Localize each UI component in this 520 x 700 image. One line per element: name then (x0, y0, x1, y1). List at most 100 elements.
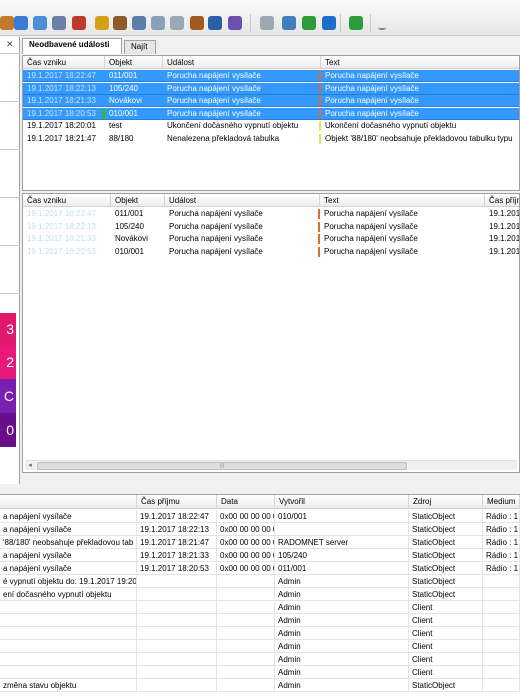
table-row[interactable]: Admin Client (0, 614, 520, 627)
table-row[interactable]: 19.1.2017 18:21:47 88/180 Nenalezena překl… (23, 133, 519, 145)
cell-recv: 19.1.2017 (489, 246, 520, 256)
overflow-icon[interactable] (378, 16, 386, 30)
table-row[interactable]: ení dočasného vypnutí objektu Admin Static… (0, 588, 520, 601)
cell-time: 19.1.2017 18:20:53 (27, 246, 96, 256)
cell-time: 19.1.2017 18:21:33 (27, 234, 96, 243)
status-color-block[interactable]: 3 (0, 313, 16, 345)
table-row[interactable]: 19.1.2017 18:20:53 010/001 Porucha napájen… (23, 107, 519, 120)
arrows-up-icon[interactable] (349, 16, 363, 30)
cell-medium: Rádio : 1 (483, 562, 520, 575)
col-header-text[interactable]: Text (320, 194, 485, 207)
clock-icon[interactable] (190, 16, 204, 30)
table-row[interactable]: 19.1.2017 18:22:13 105/240 Porucha napájen… (23, 221, 519, 233)
help-icon[interactable] (302, 16, 316, 30)
users-icon[interactable] (113, 16, 127, 30)
col-header-medium[interactable]: Medium (483, 495, 520, 509)
cell-created-by: Admin (275, 588, 409, 601)
table-row[interactable]: 19.1.2017 18:22:13 105/240 Porucha napájen… (23, 82, 519, 95)
cell-created-by: RADOMNET server (275, 536, 409, 549)
table-row[interactable]: změna stavu objektu Admin StaticObject (0, 679, 520, 692)
info-icon[interactable] (322, 16, 336, 30)
tool-icon[interactable] (14, 16, 28, 30)
table-row[interactable]: 19.1.2017 18:20:53 010/001 Porucha napájen… (23, 246, 519, 258)
cell-event: Porucha napájení vysílače (163, 95, 321, 107)
scroll-thumb[interactable]: ||| (37, 462, 407, 470)
horizontal-scrollbar[interactable]: ◂ ||| (25, 460, 517, 470)
edit-icon[interactable] (228, 16, 242, 30)
cell-obj: 105/240 (115, 221, 144, 231)
house-icon[interactable] (72, 16, 86, 30)
calendar-icon[interactable] (282, 16, 296, 30)
divider (0, 149, 20, 150)
table-row[interactable]: Admin Client (0, 653, 520, 666)
table-row[interactable]: a napájení vysílače 19.1.2017 18:22:13 0x0… (0, 523, 520, 536)
col-header-object[interactable]: Objekt (111, 194, 165, 207)
cell-text: Porucha napájení vysílače (324, 209, 418, 218)
table-row[interactable]: a napájení vysílače 19.1.2017 18:22:47 0x0… (0, 510, 520, 523)
divider (0, 197, 20, 198)
cell-time: 19.1.2017 18:22:13 (23, 83, 105, 95)
printer-icon[interactable] (132, 16, 146, 30)
col-header-created[interactable]: Čas vzniku (23, 56, 105, 69)
table-row[interactable]: Admin Client (0, 601, 520, 614)
table-row[interactable]: a napájení vysílače 19.1.2017 18:20:53 0x0… (0, 562, 520, 575)
search-doc-icon[interactable] (52, 16, 66, 30)
col-header-text[interactable]: Text (321, 56, 519, 69)
magnifier-icon[interactable] (95, 16, 109, 30)
cell-text: Porucha napájení vysílače (324, 221, 418, 231)
col-header-text[interactable] (0, 495, 137, 509)
col-header-received[interactable]: Čas příjmu (137, 495, 217, 509)
tab-find[interactable]: Najít (124, 40, 156, 54)
cell-source: StaticObject (409, 510, 483, 523)
mail-icon[interactable] (151, 16, 165, 30)
cell-received (137, 588, 217, 601)
cell-source: Client (409, 601, 483, 614)
cell-text: '88/180' neobsahuje překladovou tab (0, 536, 137, 549)
table-row[interactable]: 19.1.2017 18:21:33 Novákovi Porucha napáje… (23, 95, 519, 107)
severity-marker (318, 209, 320, 219)
table-row[interactable]: '88/180' neobsahuje překladovou tab 19.1.… (0, 536, 520, 549)
cell-time: 19.1.2017 18:20:01 (27, 121, 96, 130)
status-flag (102, 108, 105, 119)
status-color-block[interactable]: C (0, 379, 16, 413)
table-row[interactable]: 19.1.2017 18:22:47 011/001 Porucha napájen… (23, 70, 519, 82)
cell-event: Porucha napájení vysílače (163, 70, 321, 82)
tags-icon[interactable] (170, 16, 184, 30)
cell-text: Ukončení dočasného vypnutí objektu (325, 121, 457, 130)
arrow-icon[interactable] (0, 16, 14, 30)
table-row[interactable]: Admin Client (0, 666, 520, 679)
col-header-created[interactable]: Čas vzniku (23, 194, 111, 207)
col-header-event[interactable]: Událost (163, 56, 321, 69)
cell-obj: test (109, 121, 122, 130)
table-row[interactable]: é vypnutí objektu do: 19.1.2017 19:20 Adm… (0, 575, 520, 588)
book-icon[interactable] (208, 16, 222, 30)
scroll-left-icon[interactable]: ◂ (25, 461, 35, 471)
status-color-block[interactable]: 0 (0, 413, 16, 447)
cell-event: Porucha napájení vysílače (169, 234, 263, 243)
table-row[interactable]: 19.1.2017 18:20:01 test Ukončení dočasného… (23, 120, 519, 132)
cube-icon[interactable] (260, 16, 274, 30)
col-header-event[interactable]: Událost (165, 194, 320, 207)
cell-obj: 010/001 (105, 108, 163, 120)
col-header-received[interactable]: Čas příjm (485, 194, 519, 207)
table-row[interactable]: 19.1.2017 18:22:47 011/001 Porucha napájen… (23, 208, 519, 220)
network-icon[interactable] (33, 16, 47, 30)
cell-created-by: Admin (275, 627, 409, 640)
col-header-created-by[interactable]: Vytvořil (275, 495, 409, 509)
tab-unhandled-events[interactable]: Neodbavené události (22, 38, 122, 54)
cell-created-by: Admin (275, 679, 409, 692)
cell-received (137, 575, 217, 588)
table-row[interactable]: a napájení vysílače 19.1.2017 18:21:33 0x0… (0, 549, 520, 562)
close-icon[interactable]: ✕ (6, 39, 16, 49)
status-color-block[interactable]: 2 (0, 345, 16, 379)
cell-text: é vypnutí objektu do: 19.1.2017 19:20 (0, 575, 137, 588)
col-header-source[interactable]: Zdroj (409, 495, 483, 509)
table-row[interactable]: Admin Client (0, 627, 520, 640)
col-header-data[interactable]: Data (217, 495, 275, 509)
cell-obj: 011/001 (115, 209, 144, 218)
table-row[interactable]: Admin Client (0, 640, 520, 653)
table-row[interactable]: 19.1.2017 18:21:33 Novákovi Porucha napáje… (23, 233, 519, 245)
cell-data: 0x00 00 00 00 0 (217, 523, 275, 536)
col-header-object[interactable]: Objekt (105, 56, 163, 69)
table-header: Čas vzniku Objekt Událost Text Čas příjm (23, 194, 519, 207)
